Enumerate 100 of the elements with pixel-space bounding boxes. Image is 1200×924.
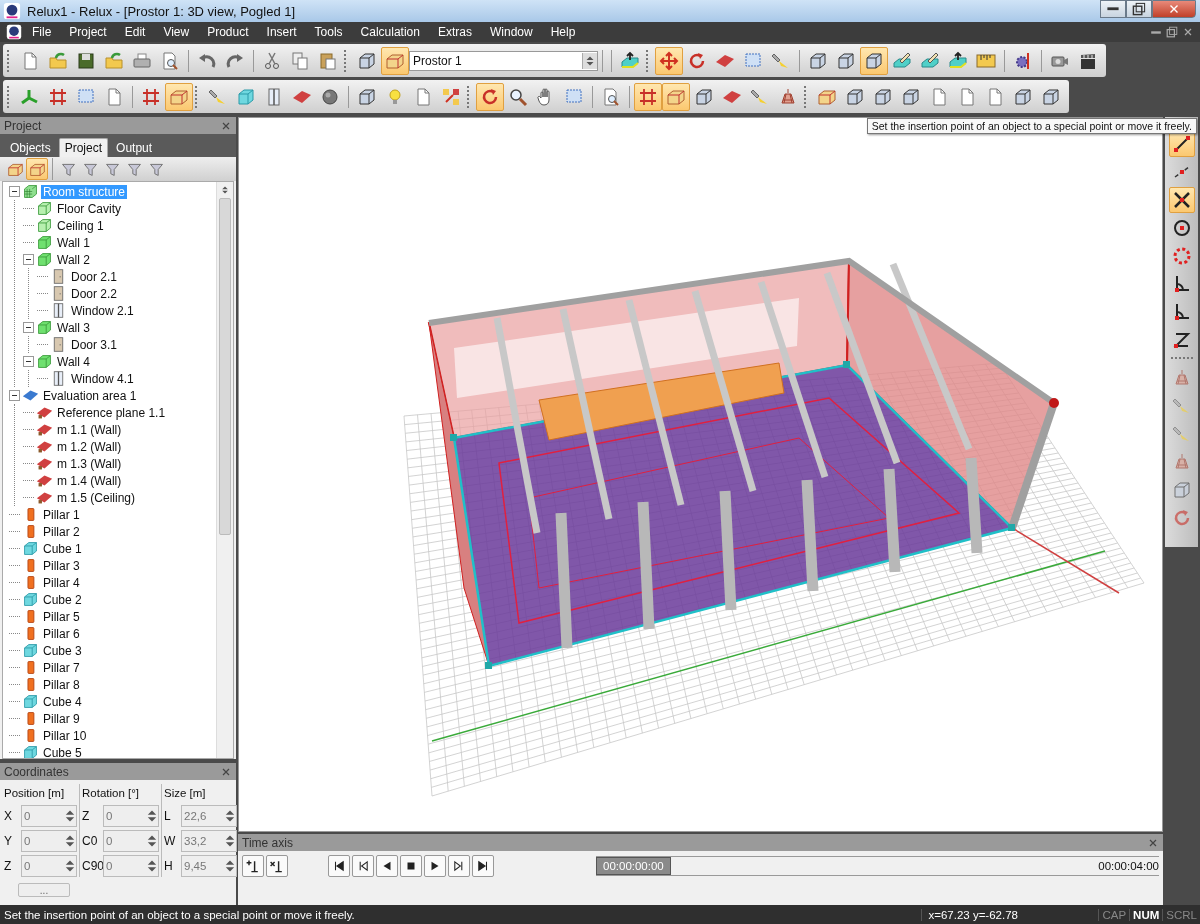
tree-item[interactable]: Pillar 2	[41, 524, 82, 539]
playback-button[interactable]	[472, 855, 494, 877]
spin-field[interactable]: 0	[21, 830, 77, 852]
move-arrows-icon	[659, 50, 679, 71]
playback-button[interactable]	[352, 855, 374, 877]
tree-item[interactable]: Pillar 10	[41, 728, 89, 743]
arrow-up-box-icon	[620, 50, 640, 71]
tree-item[interactable]: Window 4.1	[69, 371, 136, 386]
view-dropdown[interactable]: Prostor 1	[409, 50, 598, 71]
tree-item[interactable]: Reference plane 1.1	[55, 405, 168, 420]
menu-item[interactable]: Project	[61, 23, 115, 41]
tree-item[interactable]: Door 2.1	[69, 269, 120, 284]
menu-item[interactable]: Help	[542, 23, 584, 41]
tree-item[interactable]: Pillar 5	[41, 609, 82, 624]
spin-field[interactable]: 9,45	[181, 855, 237, 877]
spin-field[interactable]: 22,6	[181, 805, 237, 827]
tab[interactable]: Objects	[4, 138, 57, 157]
menu-item[interactable]: Product	[199, 23, 257, 41]
line-icon	[1171, 134, 1192, 154]
copy-icon	[290, 50, 310, 71]
key-indicator: CAP	[1098, 908, 1130, 921]
tree-item[interactable]: m 1.5 (Ceiling)	[55, 490, 138, 505]
maximize-button[interactable]	[1126, 0, 1152, 18]
field-label: Z	[4, 859, 13, 873]
collapse-icon[interactable]	[9, 186, 20, 197]
tree-item[interactable]: m 1.4 (Wall)	[55, 473, 124, 488]
tree-item[interactable]: Window 2.1	[69, 303, 136, 318]
folder-icon	[104, 50, 124, 71]
tree-item[interactable]: Pillar 9	[41, 711, 82, 726]
playback-button[interactable]	[424, 855, 446, 877]
collapse-icon[interactable]	[23, 356, 34, 367]
spin-arrows-icon	[64, 835, 76, 847]
playback-button[interactable]	[328, 855, 350, 877]
collapse-icon[interactable]	[23, 322, 34, 333]
tree-item[interactable]: m 1.2 (Wall)	[55, 439, 124, 454]
menu-item[interactable]: Edit	[116, 23, 154, 41]
sphere-icon	[320, 86, 340, 107]
menu-item[interactable]: Extras	[429, 23, 480, 41]
toolbar-button[interactable]	[1168, 187, 1195, 213]
tooltip: Set the insertion point of an object to a special point or move it freely.	[866, 118, 1197, 134]
spin-field[interactable]: 0	[103, 855, 159, 877]
tree-item[interactable]: m 1.3 (Wall)	[55, 456, 124, 471]
spin-field[interactable]: 33,2	[181, 830, 237, 852]
more-button[interactable]: ...	[18, 883, 70, 897]
playback-button[interactable]	[448, 855, 470, 877]
tree-item[interactable]: Cube 1	[41, 541, 84, 556]
minimize-icon	[1106, 7, 1120, 11]
spin-field[interactable]: 0	[21, 805, 77, 827]
plane-icon	[36, 489, 53, 506]
spin-field[interactable]: 0	[21, 855, 77, 877]
tab[interactable]: Project	[58, 138, 109, 157]
scrollbar[interactable]	[216, 182, 233, 758]
tree-item[interactable]: Cube 3	[41, 643, 84, 658]
playback-button[interactable]	[376, 855, 398, 877]
tree-item[interactable]: Cube 5	[41, 745, 84, 758]
spin-arrows-icon	[224, 860, 236, 872]
restore-icon	[1166, 26, 1178, 38]
tree-item[interactable]: Pillar 1	[41, 507, 82, 522]
spin-arrows-icon	[224, 835, 236, 847]
tree-item[interactable]: Cube 4	[41, 694, 84, 709]
tree-item[interactable]: Pillar 6	[41, 626, 82, 641]
tree-item[interactable]: Wall 3	[55, 320, 92, 335]
delete-key-button[interactable]	[266, 855, 288, 877]
panel-title: Coordinates	[4, 764, 69, 779]
tree-item[interactable]: Wall 2	[55, 252, 92, 267]
menu-item[interactable]: Tools	[306, 23, 351, 41]
menu-item[interactable]: Insert	[258, 23, 305, 41]
tree-item[interactable]: Floor Cavity	[55, 201, 123, 216]
add-key-button[interactable]	[242, 855, 264, 877]
spin-field[interactable]: 0	[103, 805, 159, 827]
tree-item[interactable]: Ceiling 1	[55, 218, 106, 233]
collapse-icon[interactable]	[9, 390, 20, 401]
tree-item[interactable]: m 1.1 (Wall)	[55, 422, 124, 437]
cube-icon	[357, 50, 377, 71]
cube-icon	[236, 86, 256, 107]
tree-item[interactable]: Pillar 3	[41, 558, 82, 573]
tree-item[interactable]: Wall 1	[55, 235, 92, 250]
collapse-icon[interactable]	[23, 254, 34, 265]
tree-item[interactable]: Pillar 7	[41, 660, 82, 675]
cube-icon	[22, 591, 39, 608]
tab[interactable]: Output	[110, 138, 159, 157]
tree-item[interactable]: Wall 4	[55, 354, 92, 369]
minimize-button[interactable]	[1100, 0, 1126, 18]
tree-item[interactable]: Door 2.2	[69, 286, 120, 301]
tree-item[interactable]: Door 3.1	[69, 337, 120, 352]
printer-icon	[132, 50, 152, 71]
menu-item[interactable]: Calculation	[352, 23, 428, 41]
tree-item[interactable]: Evaluation area 1	[41, 388, 139, 403]
playback-button[interactable]	[400, 855, 422, 877]
spin-field[interactable]: 0	[103, 830, 159, 852]
menu-item[interactable]: View	[155, 23, 198, 41]
cube-icon	[22, 642, 39, 659]
menu-item[interactable]: File	[24, 23, 60, 41]
tree-item[interactable]: Cube 2	[41, 592, 84, 607]
tree-item[interactable]: Pillar 4	[41, 575, 82, 590]
menu-item[interactable]: Window	[481, 23, 541, 41]
tree-item[interactable]: Pillar 8	[41, 677, 82, 692]
plane-icon	[36, 438, 53, 455]
cube-icon	[36, 217, 53, 234]
grid-icon	[638, 86, 658, 107]
